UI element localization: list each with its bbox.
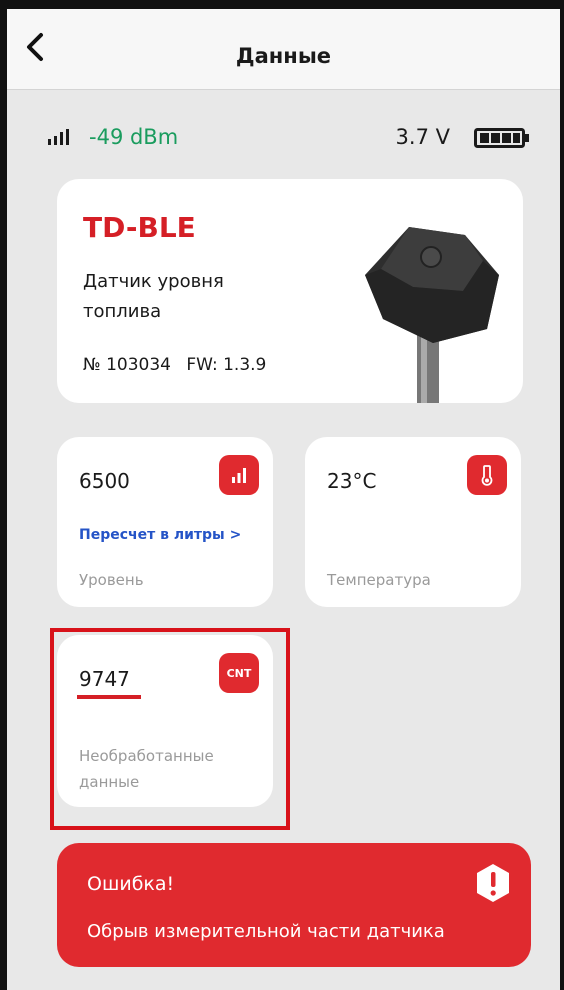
- thermometer-icon: [481, 465, 493, 486]
- status-row: -49 dBm 3.7 V: [7, 117, 560, 157]
- level-value: 6500: [79, 469, 130, 493]
- level-badge: [219, 455, 259, 495]
- recalc-liters-link[interactable]: Пересчет в литры >: [79, 527, 241, 543]
- device-serial: № 103034: [83, 355, 171, 375]
- app-screen: Данные -49 dBm 3.7 V TD-BLE Датчик уровн…: [0, 0, 564, 990]
- page-title: Данные: [235, 44, 332, 68]
- device-type: Датчик уровня топлива: [83, 271, 224, 322]
- error-banner[interactable]: Ошибка! Обрыв измерительной части датчик…: [57, 843, 531, 967]
- error-title: Ошибка!: [87, 873, 175, 895]
- sensor-image: [365, 227, 499, 403]
- device-meta: № 103034 FW: 1.3.9: [83, 355, 266, 375]
- top-bar: Данные: [7, 9, 560, 90]
- level-tile[interactable]: 6500 Пересчет в литры > Уровень: [57, 437, 273, 607]
- error-message: Обрыв измерительной части датчика: [87, 921, 445, 942]
- signal-bars-icon: [232, 468, 246, 483]
- device-name: TD-BLE: [83, 211, 196, 244]
- temperature-badge: [467, 455, 507, 495]
- highlight-frame: [50, 628, 290, 830]
- device-firmware: FW: 1.3.9: [186, 355, 267, 375]
- signal-strength-icon: [48, 129, 69, 145]
- temperature-label: Температура: [327, 571, 431, 589]
- voltage-value: 3.7 V: [395, 125, 450, 149]
- device-card[interactable]: TD-BLE Датчик уровня топлива № 103034 FW…: [57, 179, 523, 403]
- battery-icon: [474, 128, 529, 148]
- exclamation-icon: [477, 864, 509, 902]
- level-label: Уровень: [79, 571, 144, 589]
- temperature-tile[interactable]: 23°C Температура: [305, 437, 521, 607]
- rssi-value: -49 dBm: [89, 125, 179, 149]
- temperature-value: 23°C: [327, 469, 377, 493]
